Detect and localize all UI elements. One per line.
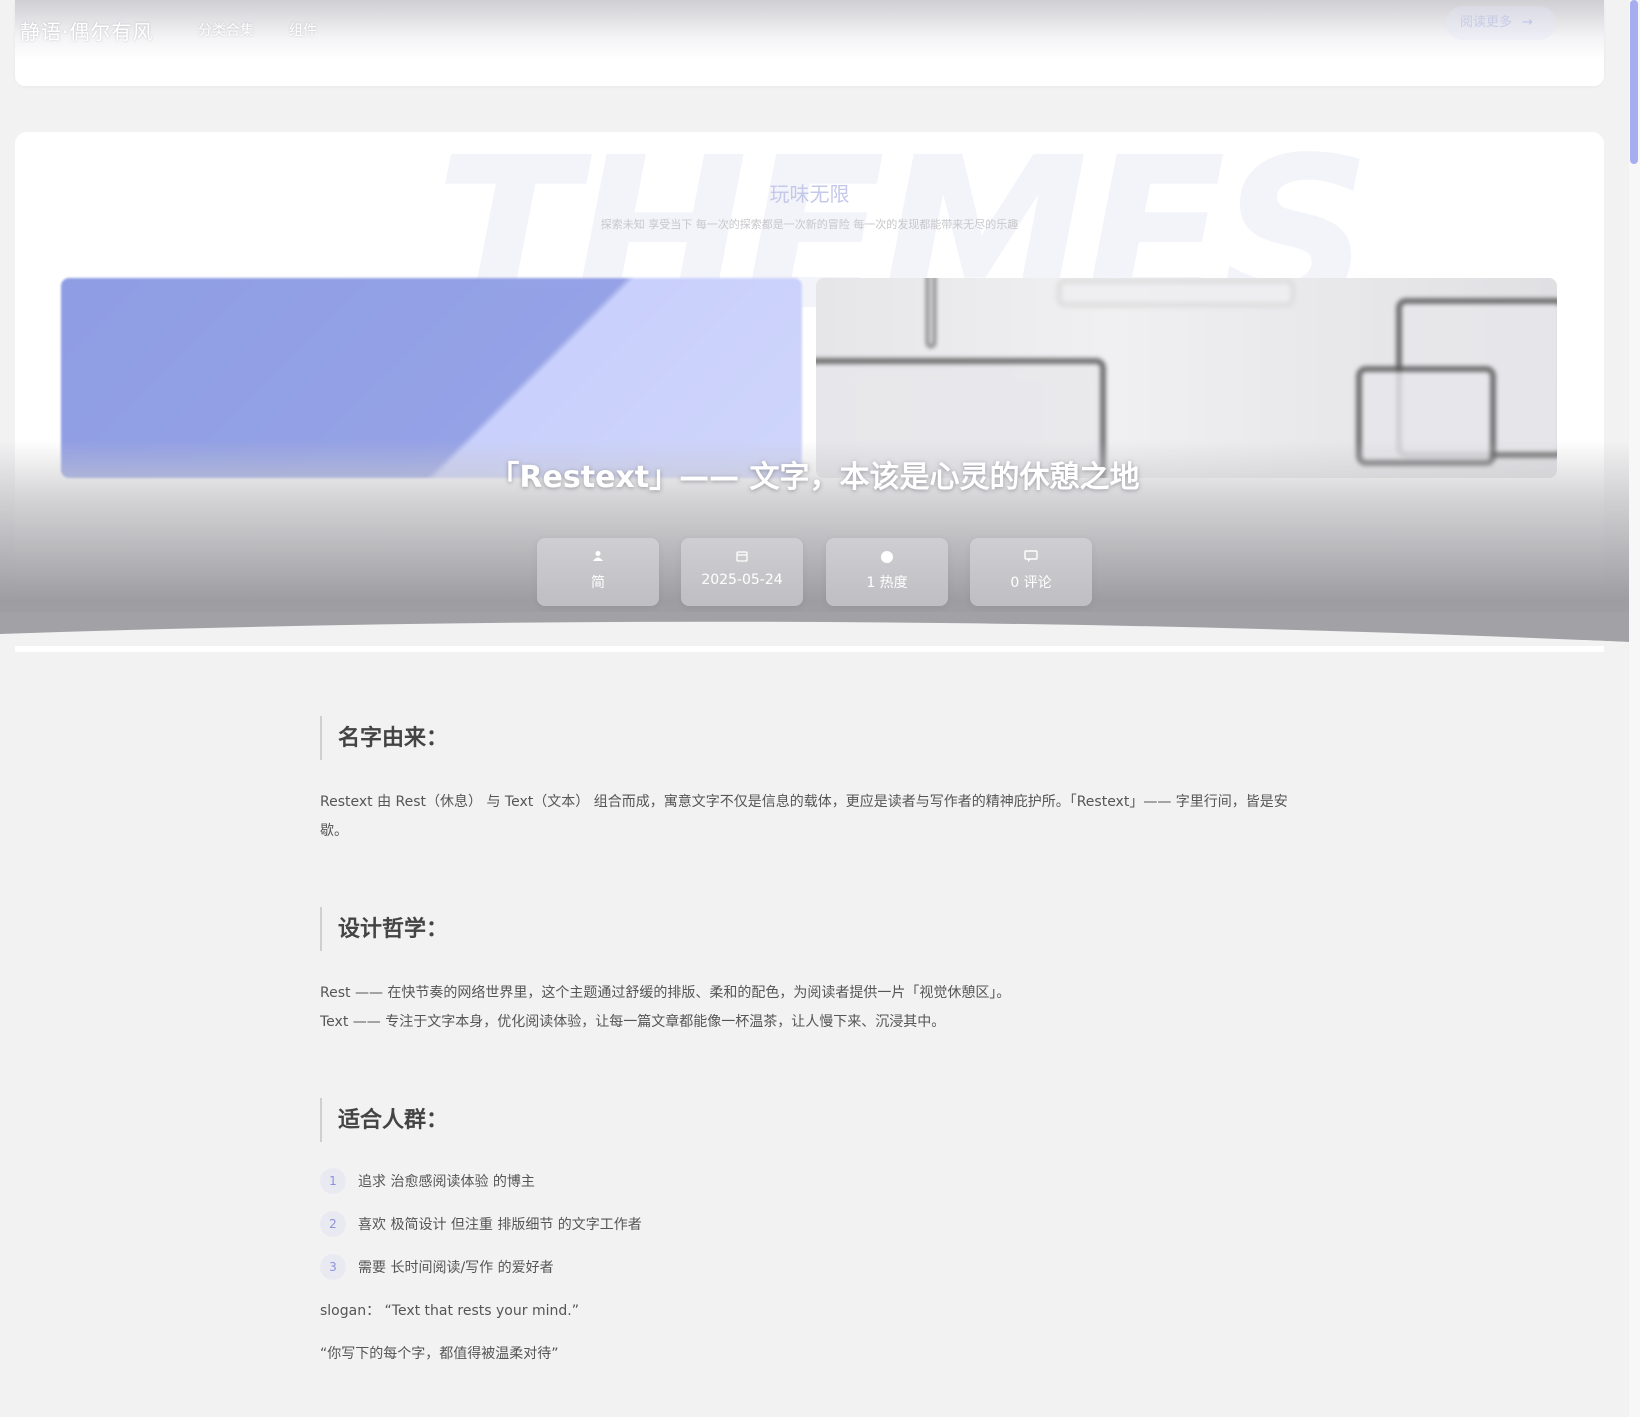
stat-views-text: 1 热度 xyxy=(866,575,908,591)
page-scrollbar[interactable] xyxy=(1629,0,1640,1417)
article-content: 名字由来： Restext 由 Rest（休息） 与 Text（文本） 组合而成… xyxy=(320,716,1310,1369)
quote-text: “你写下的每个字，都值得被温柔对待” xyxy=(320,1346,559,1362)
hero-title: 玩味无限 xyxy=(769,182,850,206)
comment-icon xyxy=(970,550,1092,566)
hero-subtitle: 探索未知 享受当下 每一次的探索都是一次新的冒险 每一次的发现都能带来无尽的乐趣 xyxy=(600,218,1019,231)
list-item: 2 喜欢 极简设计 但注重 排版细节 的文字工作者 xyxy=(320,1211,1310,1237)
top-navigation: 静语·偶尔有风 分类合集 组件 阅读更多 → xyxy=(15,0,1604,86)
section-heading-name-origin: 名字由来： xyxy=(320,716,1310,760)
section-paragraph-name-origin: Restext 由 Rest（休息） 与 Text（文本） 组合而成，寓意文字不… xyxy=(320,794,1288,839)
nav-link-components[interactable]: 组件 xyxy=(289,20,317,40)
arrow-right-icon: → xyxy=(1522,15,1533,30)
slogan-text: slogan： “Text that rests your mind.” xyxy=(320,1303,579,1319)
flame-icon xyxy=(826,550,948,566)
list-number: 2 xyxy=(320,1211,346,1237)
hero-wave-divider xyxy=(0,612,1629,646)
list-item-text: 追求 治愈感阅读体验 的博主 xyxy=(358,1174,535,1190)
post-title: 「Restext」—— 文字，本该是心灵的休憩之地 xyxy=(489,460,1140,495)
section-paragraph-text: Text —— 专注于文字本身，优化阅读体验，让每一篇文章都能像一杯温茶，让人慢… xyxy=(320,1014,946,1030)
scrollbar-thumb[interactable] xyxy=(1630,0,1638,164)
section-paragraph-rest: Rest —— 在快节奏的网络世界里，这个主题通过舒缓的排版、柔和的配色，为阅读… xyxy=(320,985,1011,1001)
list-item-text: 需要 长时间阅读/写作 的爱好者 xyxy=(358,1260,554,1276)
stat-author-text: 简 xyxy=(591,575,605,591)
device-screen xyxy=(1056,278,1296,308)
section-heading-design-philosophy: 设计哲学： xyxy=(320,907,1310,951)
section-heading-audience: 适合人群： xyxy=(320,1098,1310,1142)
list-item: 3 需要 长时间阅读/写作 的爱好者 xyxy=(320,1254,1310,1280)
stat-date[interactable]: 2025-05-24 xyxy=(681,538,803,606)
nav-link-categories[interactable]: 分类合集 xyxy=(198,20,254,40)
stat-views[interactable]: 1 热度 xyxy=(826,538,948,606)
list-item-text: 喜欢 极简设计 但注重 排版细节 的文字工作者 xyxy=(358,1217,642,1233)
list-item: 1 追求 治愈感阅读体验 的博主 xyxy=(320,1168,1310,1194)
device-stand xyxy=(926,278,936,348)
read-more-button[interactable]: 阅读更多 → xyxy=(1446,6,1556,40)
calendar-icon xyxy=(681,550,803,566)
stat-comments-text: 0 评论 xyxy=(1010,575,1052,591)
list-number: 1 xyxy=(320,1168,346,1194)
read-more-label: 阅读更多 xyxy=(1460,15,1513,30)
list-number: 3 xyxy=(320,1254,346,1280)
stat-comments[interactable]: 0 评论 xyxy=(970,538,1092,606)
stat-author[interactable]: 简 xyxy=(537,538,659,606)
site-logo[interactable]: 静语·偶尔有风 xyxy=(20,16,153,45)
audience-list: 1 追求 治愈感阅读体验 的博主 2 喜欢 极简设计 但注重 排版细节 的文字工… xyxy=(320,1168,1310,1280)
user-icon xyxy=(537,550,659,566)
stat-date-text: 2025-05-24 xyxy=(701,572,783,588)
